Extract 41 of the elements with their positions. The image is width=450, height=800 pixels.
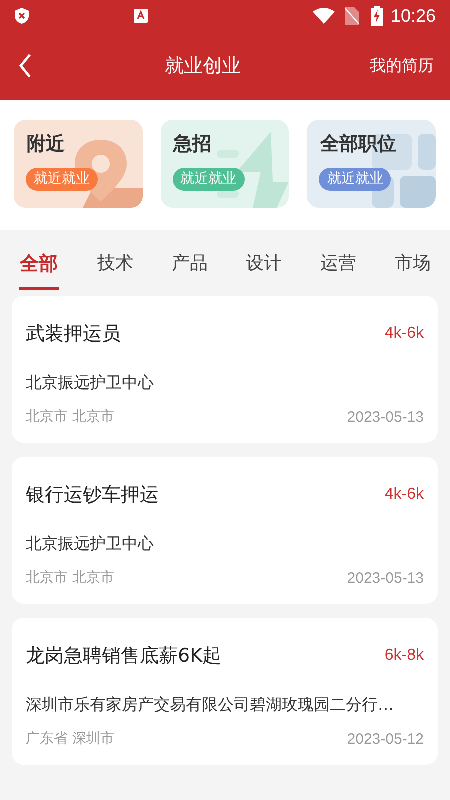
salary-range: 4k-6k — [384, 485, 424, 506]
post-date: 2023-05-12 — [347, 730, 424, 750]
shortcut-title: 附近 — [27, 132, 65, 157]
job-card[interactable]: 武装押运员 4k-6k 北京振远护卫中心 北京市 北京市 2023-05-13 — [12, 296, 438, 443]
shield-icon — [14, 7, 30, 25]
salary-range: 4k-6k — [384, 324, 424, 344]
post-date: 2023-05-13 — [347, 408, 424, 428]
job-location: 广东省 深圳市 — [26, 730, 114, 750]
category-tab[interactable]: 市场 — [394, 250, 431, 290]
job-location: 北京市 北京市 — [26, 569, 114, 588]
page-title: 就业创业 — [165, 54, 241, 77]
company-name: 北京振远护卫中心 — [26, 534, 154, 552]
app-notification-icon — [134, 9, 148, 23]
category-tab[interactable]: 技术 — [97, 250, 134, 290]
shortcut-card[interactable]: 急招 就近就业 — [160, 120, 290, 208]
shortcut-tag: 就近就业 — [319, 168, 392, 191]
wifi-icon — [312, 8, 335, 24]
shortcut-tag: 就近就业 — [26, 168, 98, 191]
job-card[interactable]: 龙岗急聘销售底薪6K起 6k-8k 深圳市乐有家房产交易有限公司碧湖玫瑰园二分行… 广东省 深圳市 2023-05-12 — [12, 618, 438, 765]
company-name: 北京振远护卫中心 — [26, 372, 154, 392]
shortcut-title: 全部职位 — [320, 132, 396, 157]
category-tab[interactable]: 产品 — [172, 250, 208, 290]
shortcut-title: 急招 — [174, 132, 212, 157]
job-title: 银行运钞车押运 — [26, 483, 159, 508]
battery-charging-icon — [370, 6, 383, 26]
company-name: 深圳市乐有家房产交易有限公司碧湖玫瑰园二分行… — [26, 694, 394, 714]
salary-range: 6k-8k — [384, 646, 424, 666]
shortcut-tag: 就近就业 — [172, 168, 245, 191]
category-tab[interactable]: 全部 — [19, 250, 59, 290]
post-date: 2023-05-13 — [347, 568, 424, 588]
my-resume-link[interactable]: 我的简历 — [370, 54, 434, 78]
category-tab[interactable]: 运营 — [320, 250, 357, 290]
job-card[interactable]: 银行运钞车押运 4k-6k 北京振远护卫中心 北京市 北京市 2023-05-13 — [12, 457, 438, 604]
status-time: 10:26 — [390, 4, 436, 28]
shortcut-card[interactable]: 附近 就近就业 — [14, 120, 143, 208]
job-title: 龙岗急聘销售底薪6K起 — [26, 644, 222, 669]
no-sim-icon — [344, 7, 359, 25]
category-tab[interactable]: 设计 — [246, 250, 282, 290]
job-location: 北京市 北京市 — [26, 408, 114, 428]
job-title: 武装押运员 — [26, 322, 121, 347]
shortcut-card[interactable]: 全部职位 就近就业 — [307, 120, 436, 208]
